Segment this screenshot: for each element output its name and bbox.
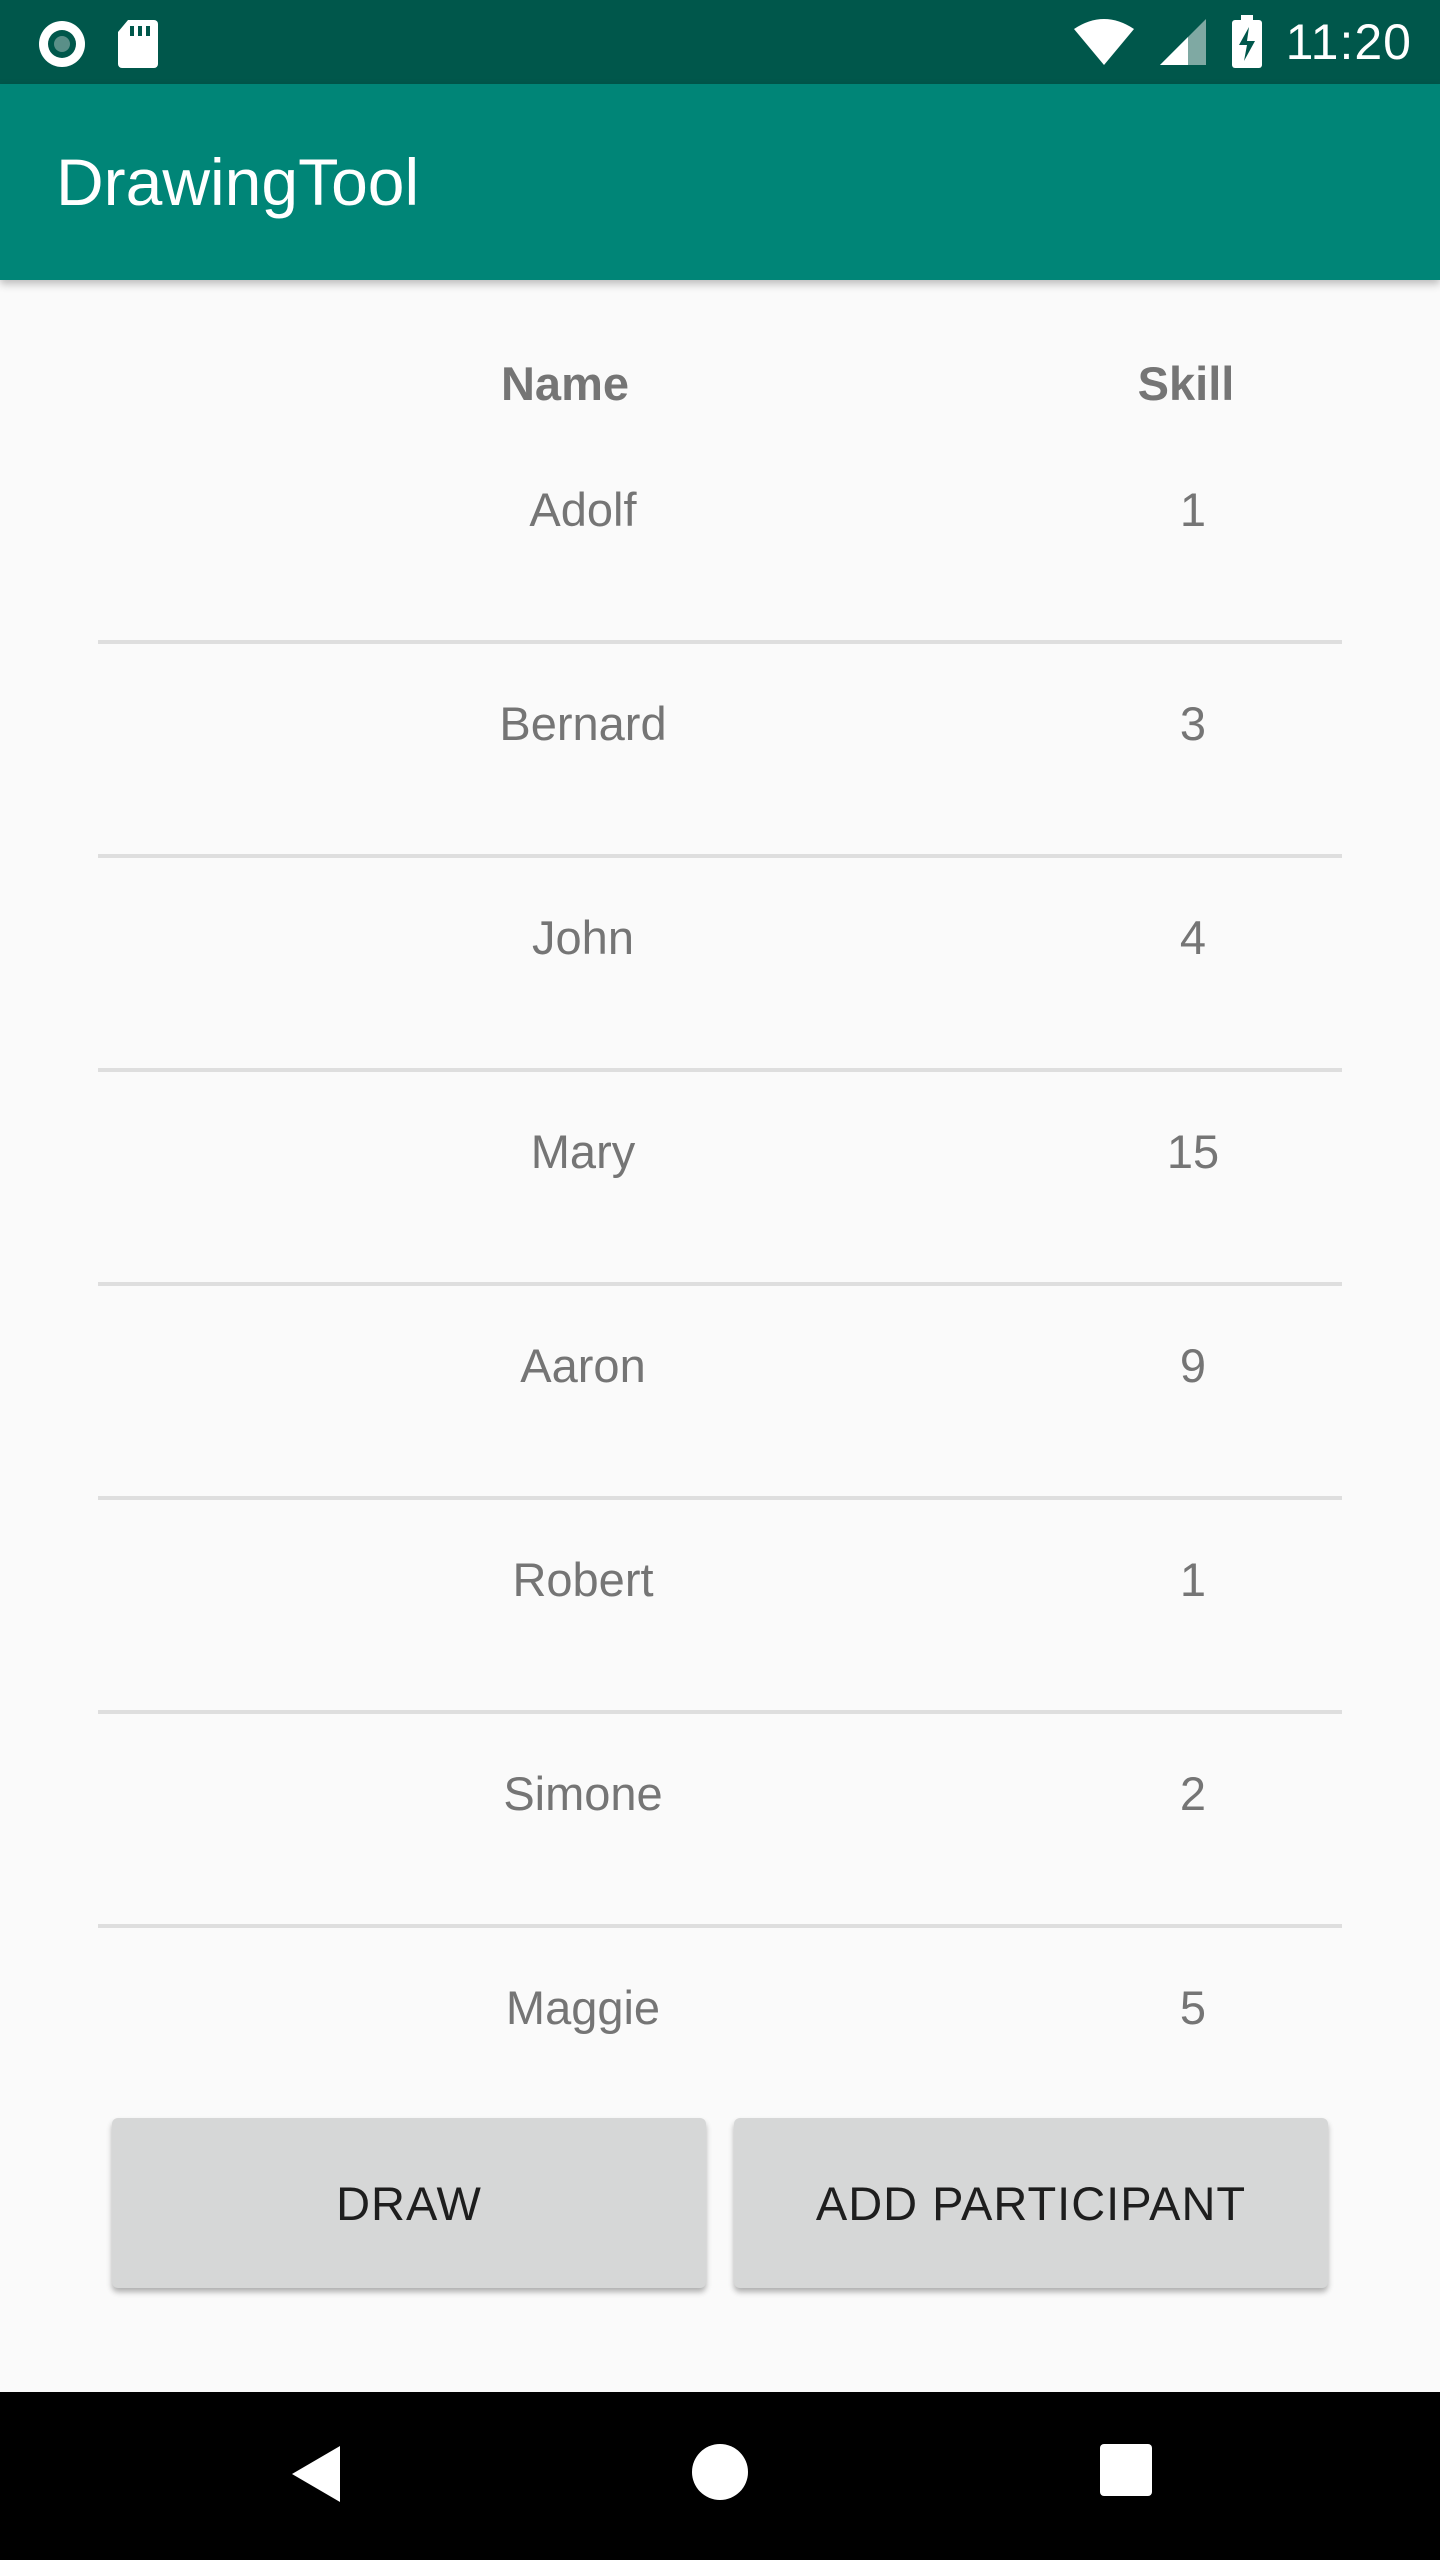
participant-skill: 4 bbox=[1179, 911, 1207, 964]
participant-name: Aaron bbox=[520, 1339, 646, 1392]
table-row[interactable]: Maggie 5 bbox=[0, 1928, 1440, 2040]
column-header-name: Name bbox=[500, 357, 630, 410]
participant-name: Adolf bbox=[529, 483, 637, 536]
participant-name: Robert bbox=[512, 1553, 654, 1606]
app-bar: DrawingTool bbox=[0, 84, 1440, 280]
add-participant-button[interactable]: ADD PARTICIPANT bbox=[734, 2118, 1328, 2288]
participant-skill: 2 bbox=[1179, 1767, 1207, 1820]
participant-skill: 1 bbox=[1179, 483, 1207, 536]
table-row[interactable]: Aaron 9 bbox=[0, 1286, 1440, 1500]
draw-button[interactable]: DRAW bbox=[112, 2118, 706, 2288]
record-icon bbox=[36, 18, 88, 70]
participant-skill: 5 bbox=[1179, 1981, 1207, 2034]
table-row[interactable]: Robert 1 bbox=[0, 1500, 1440, 1714]
status-bar: 11:20 bbox=[0, 0, 1440, 84]
table-row[interactable]: John 4 bbox=[0, 858, 1440, 1072]
table-header: Name Skill bbox=[0, 280, 1440, 430]
participant-name: John bbox=[532, 911, 634, 964]
participant-skill: 3 bbox=[1179, 697, 1207, 750]
participant-list[interactable]: Adolf 1 Bernard 3 John 4 Mary 15 Aaron 9… bbox=[0, 430, 1440, 2040]
action-buttons: DRAW ADD PARTICIPANT bbox=[0, 2118, 1440, 2290]
home-icon[interactable] bbox=[690, 2442, 750, 2502]
signal-icon bbox=[1158, 17, 1208, 67]
table-row[interactable]: Bernard 3 bbox=[0, 644, 1440, 858]
back-icon[interactable] bbox=[288, 2442, 344, 2506]
participant-skill: 9 bbox=[1179, 1339, 1207, 1392]
table-row[interactable]: Adolf 1 bbox=[0, 430, 1440, 644]
recents-icon[interactable] bbox=[1098, 2442, 1154, 2498]
table-row[interactable]: Mary 15 bbox=[0, 1072, 1440, 1286]
wifi-icon bbox=[1072, 17, 1136, 67]
column-header-skill: Skill bbox=[1137, 357, 1235, 410]
navigation-bar bbox=[0, 2392, 1440, 2560]
participants-table[interactable]: Name Skill Adolf 1 Bernard 3 John 4 Mary… bbox=[0, 280, 1440, 2040]
battery-charging-icon bbox=[1230, 15, 1264, 69]
app-title: DrawingTool bbox=[56, 145, 420, 219]
participant-name: Maggie bbox=[505, 1981, 661, 2034]
participant-name: Mary bbox=[530, 1125, 636, 1178]
participant-skill: 1 bbox=[1179, 1553, 1207, 1606]
participant-skill: 15 bbox=[1166, 1125, 1220, 1178]
status-time: 11:20 bbox=[1285, 14, 1412, 70]
table-row[interactable]: Simone 2 bbox=[0, 1714, 1440, 1928]
participant-name: Simone bbox=[503, 1767, 663, 1820]
participant-name: Bernard bbox=[499, 697, 667, 750]
sd-card-icon bbox=[116, 18, 160, 70]
